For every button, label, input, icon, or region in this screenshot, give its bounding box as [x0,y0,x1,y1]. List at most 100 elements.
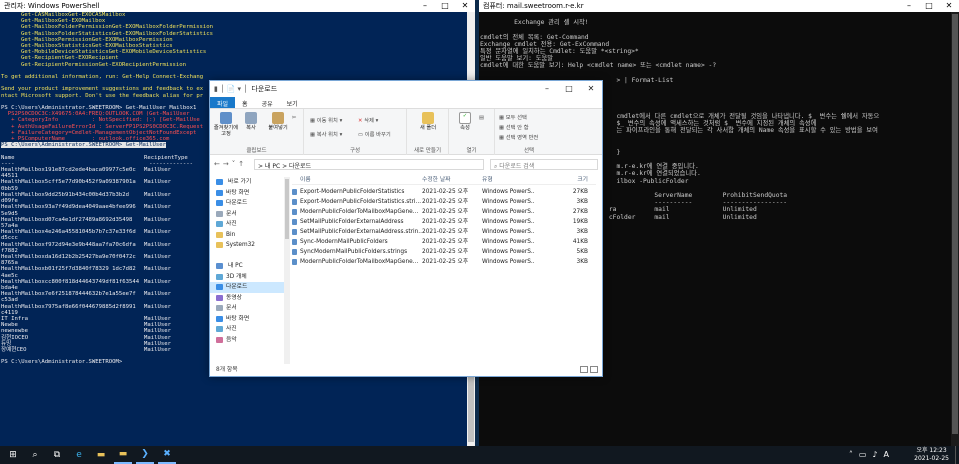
nav-item[interactable]: System32 [210,240,284,251]
path-text: > 내 PC > 다운로드 [258,163,312,170]
nav-item[interactable]: 동영상 [210,293,284,304]
nav-item[interactable]: 다운로드 [210,282,284,293]
scrollbar[interactable] [951,12,959,446]
nav-item[interactable] [210,251,284,262]
file-row[interactable]: Sync-ModernMailPublicFolders 2021-02-25 오… [292,237,596,247]
prompt-line[interactable]: PS C:\Users\Administrator.SWEETROOM> Get… [1,142,167,149]
maximize-icon[interactable]: □ [558,81,580,93]
file-type: Windows PowerS... [482,259,534,265]
status-bar: 8개 항목 [210,364,602,376]
close-icon[interactable]: ✕ [939,0,959,12]
open-icon[interactable]: ▤ [479,115,484,121]
nav-item[interactable]: 다운로드 [210,198,284,209]
file-row[interactable]: SetMailPublicFolderExternalAddress.strin… [292,227,596,237]
cut-icon[interactable]: ✂ [292,115,296,121]
invert-selection-button[interactable]: ▦ 선택 영역 반전 [499,133,538,141]
folder-icon [216,221,223,227]
user-type: MailUser [144,322,171,329]
search-icon[interactable]: ⌕ [26,446,44,464]
nav-item[interactable]: 문서 [210,303,284,314]
powershell-titlebar[interactable]: 관리자: Windows PowerShell – □ ✕ [0,0,475,12]
nav-item[interactable]: 3D 개체 [210,272,284,283]
clock[interactable]: 오후 12:23 2021-02-25 [914,447,949,462]
minimize-icon[interactable]: – [415,0,435,12]
close-icon[interactable]: ✕ [580,81,602,93]
address-bar-row: ←→˅↑ > 내 PC > 다운로드 ⌕ 다운로드 검색 [210,159,602,171]
pin-button[interactable]: 즐겨찾기에 고정 [212,112,240,137]
nav-scrollbar[interactable] [284,177,290,364]
exchange-shell-icon[interactable]: ✖ [158,446,176,464]
details-view-icon[interactable] [580,366,588,373]
network-icon[interactable]: ▭ [859,450,867,459]
file-explorer-window[interactable]: ▮ │ 📄 ▾ │ 다운로드 – □ ✕ 파일 홈 공유 보기 즐겨찾기에 고정… [209,80,603,377]
icons-view-icon[interactable] [590,366,598,373]
address-bar[interactable]: > 내 PC > 다운로드 [254,159,484,170]
tab-view[interactable]: 보기 [280,97,305,108]
tab-file[interactable]: 파일 [210,97,236,108]
file-name: ModernPublicFolderToMailboxMapGene... [292,257,422,267]
quick-access-icons[interactable]: ▮ │ 📄 ▾ │ [214,85,247,93]
rename-button[interactable]: ▭ 이름 바꾸기 [358,130,391,138]
nav-item[interactable]: Bin [210,230,284,241]
powershell-icon[interactable]: ❯ [136,446,154,464]
move-to-button[interactable]: ▦ 이동 위치 ▾ [310,116,342,124]
nav-item[interactable]: 바탕 화면 [210,314,284,325]
nav-item[interactable]: 내 PC [210,261,284,272]
column-type[interactable]: 유형 [482,175,534,184]
column-size[interactable]: 크기 [534,175,594,184]
navigation-pane[interactable]: 바로 가기 바탕 화면 다운로드 문서 사진 Bin System32 내 PC 3D 개체 다운… [210,177,284,364]
delete-button[interactable]: ✕ 삭제 ▾ [358,116,378,124]
clipboard-group-label: 클립보드 [246,148,267,154]
file-date: 2021-02-25 오후 [422,219,469,225]
select-none-button[interactable]: ▦ 선택 안 함 [499,123,529,131]
copy-to-button[interactable]: ▦ 복사 위치 ▾ [310,130,342,138]
new-group-label: 새로 만들기 [413,148,442,154]
chevron-up-icon[interactable]: ˄ [849,450,853,459]
explorer-titlebar[interactable]: ▮ │ 📄 ▾ │ 다운로드 – □ ✕ [210,81,602,97]
volume-icon[interactable]: ♪ [872,450,877,459]
copy-button[interactable]: 복사 [242,112,260,131]
minimize-icon[interactable]: – [536,81,558,93]
nav-arrows-icon[interactable]: ←→˅↑ [214,160,247,168]
edge-icon[interactable]: e [70,446,88,464]
show-desktop-button[interactable] [955,446,959,464]
column-name[interactable]: 이름 [292,175,422,184]
nav-item[interactable]: 사진 [210,219,284,230]
properties-button[interactable]: ✓ 속성 [455,112,475,131]
file-row[interactable]: SetMailPublicFolderExternalAddress 2021-0… [292,217,596,227]
close-icon[interactable]: ✕ [455,0,475,12]
file-type: Windows PowerS... [482,229,534,235]
file-row[interactable]: SyncModernMailPublicFolders.strings 2021-… [292,247,596,257]
minimize-icon[interactable]: – [899,0,919,12]
file-list[interactable]: 이름 수정한 날짜 유형 크기 Export-ModernPublicFolde… [292,175,596,364]
maximize-icon[interactable]: □ [919,0,939,12]
paste-button[interactable]: 붙여넣기 [264,112,292,131]
tab-home[interactable]: 홈 [235,97,255,108]
system-tray[interactable]: ˄ ▭ ♪ A [849,450,889,459]
task-view-icon[interactable]: ⧉ [48,446,66,464]
file-row[interactable]: Export-ModernPublicFolderStatistics.stri… [292,197,596,207]
user-type: MailUser [144,253,171,260]
nav-item[interactable]: 문서 [210,209,284,220]
file-row[interactable]: ModernPublicFolderToMailboxMapGene... 202… [292,207,596,217]
new-folder-button[interactable]: 새 폴더 [415,112,441,131]
explorer-active-icon[interactable]: ▬ [114,446,132,464]
tab-share[interactable]: 공유 [255,97,280,108]
search-input[interactable]: ⌕ 다운로드 검색 [490,159,598,170]
start-icon[interactable]: ⊞ [4,446,22,464]
column-date[interactable]: 수정한 날짜 [422,175,482,184]
file-row[interactable]: Export-ModernPublicFolderStatistics 2021-… [292,187,596,197]
language-indicator[interactable]: A [884,450,889,459]
paste-icon [272,112,284,124]
select-all-button[interactable]: ▦ 모두 선택 [499,113,527,121]
cmd-exo-name: Get-EXOMailboxPermission [91,36,173,43]
file-row[interactable]: ModernPublicFolderToMailboxMapGene... 202… [292,257,596,267]
maximize-icon[interactable]: □ [435,0,455,12]
nav-item[interactable]: 바로 가기 [210,177,284,188]
exchange-titlebar[interactable]: 컴퓨터: mail.sweetroom.r-e.kr – □ ✕ [479,0,959,12]
nav-item[interactable]: 음악 [210,335,284,346]
nav-label: 동영상 [226,294,242,301]
nav-item[interactable]: 바탕 화면 [210,188,284,199]
nav-item[interactable]: 사진 [210,324,284,335]
explorer-icon[interactable]: ▬ [92,446,110,464]
